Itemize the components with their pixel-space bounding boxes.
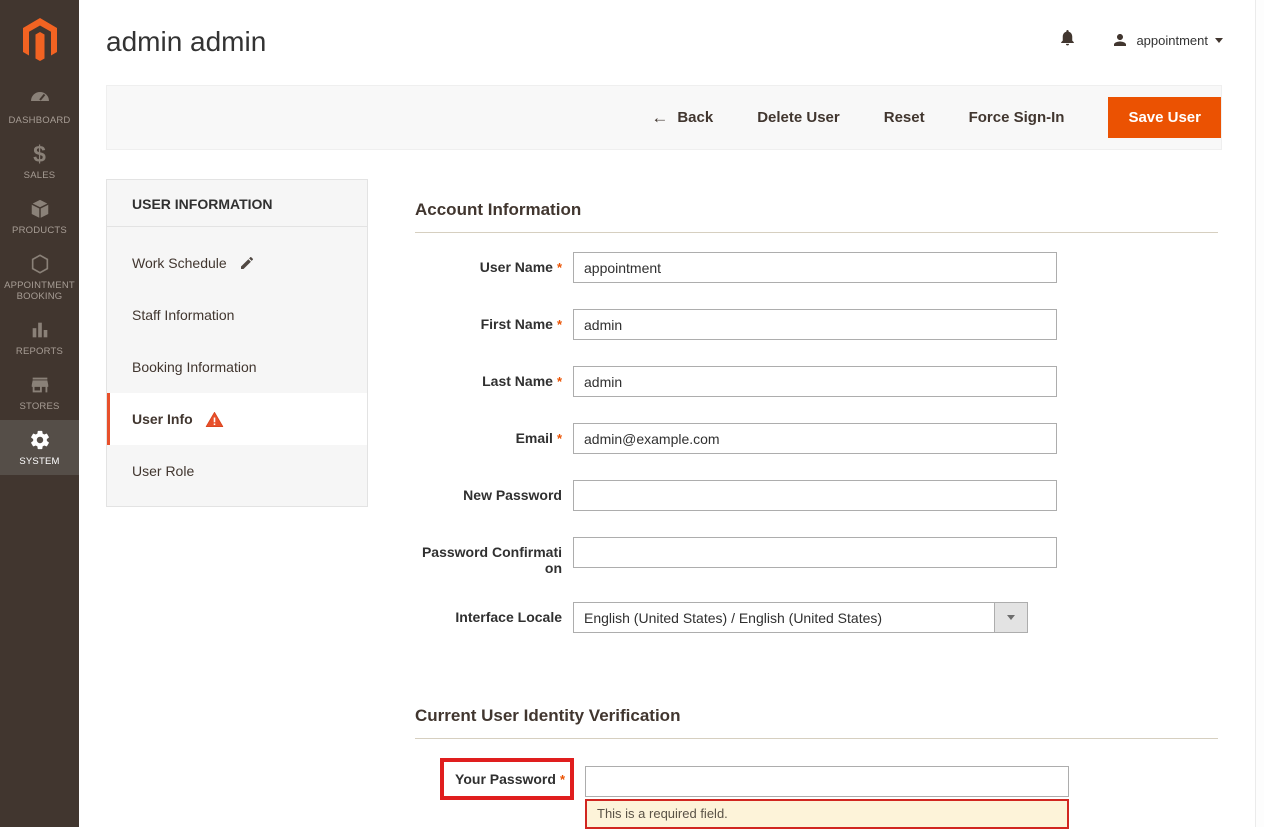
- field-row-new-password: New Password: [415, 480, 1218, 511]
- sidebar-item-system[interactable]: SYSTEM: [0, 420, 79, 475]
- page-title: admin admin: [106, 26, 266, 58]
- sidebar-item-label: STORES: [19, 401, 59, 412]
- page-scrollbar[interactable]: [1255, 0, 1264, 827]
- field-row-user-name: User Name*: [415, 252, 1218, 283]
- first-name-input[interactable]: [573, 309, 1057, 340]
- caret-down-icon: [1215, 38, 1223, 43]
- tab-user-role[interactable]: User Role: [107, 445, 367, 497]
- field-row-your-password: Your Password* This is a required field.: [415, 758, 1218, 829]
- page-actions-toolbar: ← Back Delete User Reset Force Sign-In S…: [106, 85, 1222, 150]
- user-menu-label: appointment: [1136, 33, 1208, 48]
- page-header: admin admin appointment: [79, 0, 1264, 85]
- field-row-password-confirmation: Password Confirmation: [415, 537, 1218, 576]
- tab-work-schedule[interactable]: Work Schedule: [107, 237, 367, 289]
- magento-logo-icon: [21, 18, 59, 62]
- select-dropdown-button[interactable]: [994, 603, 1027, 632]
- tabs-panel-title: USER INFORMATION: [107, 180, 367, 227]
- identity-verification-heading: Current User Identity Verification: [415, 706, 1218, 739]
- field-row-email: Email*: [415, 423, 1218, 454]
- sidebar-item-sales[interactable]: $ SALES: [0, 134, 79, 189]
- field-row-first-name: First Name*: [415, 309, 1218, 340]
- back-button-label: Back: [677, 109, 713, 126]
- user-information-tabs: USER INFORMATION Work Schedule Staff Inf…: [106, 179, 368, 507]
- sidebar-item-dashboard[interactable]: DASHBOARD: [0, 79, 79, 134]
- delete-user-button[interactable]: Delete User: [757, 109, 840, 126]
- app-sidebar: DASHBOARD $ SALES PRODUCTS APPOINTMENT B…: [0, 0, 79, 827]
- required-asterisk: *: [557, 317, 562, 332]
- sidebar-item-reports[interactable]: REPORTS: [0, 310, 79, 365]
- back-arrow-icon: ←: [651, 108, 668, 128]
- sidebar-item-label: SYSTEM: [19, 456, 59, 467]
- interface-locale-select[interactable]: English (United States) / English (Unite…: [573, 602, 1028, 633]
- sidebar-item-label: APPOINTMENT BOOKING: [2, 280, 77, 302]
- appointment-booking-icon: [29, 252, 51, 276]
- tab-label: Staff Information: [132, 307, 234, 323]
- warning-triangle-icon: [205, 410, 224, 429]
- sidebar-item-label: PRODUCTS: [12, 225, 67, 236]
- tab-staff-information[interactable]: Staff Information: [107, 289, 367, 341]
- field-label: First Name*: [415, 309, 562, 340]
- new-password-input[interactable]: [573, 480, 1057, 511]
- tabs-list: Work Schedule Staff Information Booking …: [107, 227, 367, 506]
- selected-locale-value: English (United States) / English (Unite…: [574, 610, 882, 626]
- reset-button[interactable]: Reset: [884, 109, 925, 126]
- tab-label: User Info: [132, 411, 193, 427]
- sidebar-item-stores[interactable]: STORES: [0, 365, 79, 420]
- stores-icon: [29, 373, 51, 397]
- required-asterisk: *: [560, 772, 565, 787]
- account-information-heading: Account Information: [415, 200, 1218, 233]
- password-confirmation-input[interactable]: [573, 537, 1057, 568]
- required-asterisk: *: [557, 431, 562, 446]
- sidebar-item-label: REPORTS: [16, 346, 63, 357]
- last-name-input[interactable]: [573, 366, 1057, 397]
- field-label: New Password: [415, 480, 562, 511]
- field-row-interface-locale: Interface Locale English (United States)…: [415, 602, 1218, 633]
- products-icon: [29, 197, 51, 221]
- sidebar-item-label: DASHBOARD: [9, 115, 71, 126]
- tab-user-info[interactable]: User Info: [107, 393, 367, 445]
- sidebar-item-label: SALES: [24, 170, 56, 181]
- reports-icon: [29, 318, 51, 342]
- back-button[interactable]: ← Back: [651, 108, 713, 128]
- user-edit-form: Account Information User Name* First Nam…: [415, 200, 1218, 829]
- chevron-down-icon: [1007, 615, 1015, 620]
- tab-label: User Role: [132, 463, 194, 479]
- save-user-button[interactable]: Save User: [1108, 97, 1221, 138]
- force-signin-button[interactable]: Force Sign-In: [969, 109, 1065, 126]
- your-password-input[interactable]: [585, 766, 1069, 797]
- sidebar-item-appointment-booking[interactable]: APPOINTMENT BOOKING: [0, 244, 79, 310]
- header-actions: appointment: [1058, 28, 1223, 52]
- sales-icon: $: [33, 142, 46, 166]
- required-asterisk: *: [557, 374, 562, 389]
- field-label: Interface Locale: [415, 602, 562, 633]
- field-row-last-name: Last Name*: [415, 366, 1218, 397]
- notification-bell-icon[interactable]: [1058, 28, 1077, 52]
- admin-user-menu[interactable]: appointment: [1111, 31, 1223, 49]
- system-gear-icon: [29, 428, 51, 452]
- required-asterisk: *: [557, 260, 562, 275]
- user-name-input[interactable]: [573, 252, 1057, 283]
- pencil-edit-icon: [239, 255, 255, 271]
- magento-logo[interactable]: [0, 0, 79, 79]
- validation-error-message: This is a required field.: [585, 799, 1069, 829]
- field-label: User Name*: [415, 252, 562, 283]
- field-label: Last Name*: [415, 366, 562, 397]
- tab-label: Work Schedule: [132, 255, 227, 271]
- sidebar-item-products[interactable]: PRODUCTS: [0, 189, 79, 244]
- tab-booking-information[interactable]: Booking Information: [107, 341, 367, 393]
- field-label: Email*: [415, 423, 562, 454]
- dashboard-icon: [28, 87, 52, 111]
- your-password-label-annotation: Your Password*: [440, 758, 574, 800]
- account-person-icon: [1111, 31, 1129, 49]
- tab-label: Booking Information: [132, 359, 257, 375]
- email-input[interactable]: [573, 423, 1057, 454]
- field-label: Password Confirmation: [415, 537, 562, 576]
